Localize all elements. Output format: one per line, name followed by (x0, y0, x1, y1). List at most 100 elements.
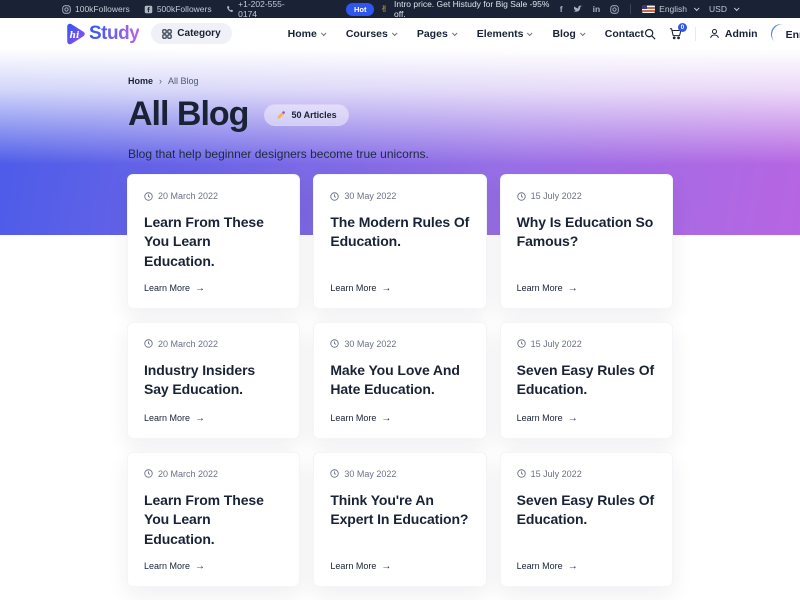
articles-count-badge: 50 Articles (264, 104, 348, 126)
blog-card[interactable]: 15 July 2022 Seven Easy Rules Of Educati… (500, 322, 673, 439)
learn-more-link[interactable]: Learn More → (330, 271, 469, 294)
nav-item-blog[interactable]: Blog (552, 28, 583, 40)
phone-icon (226, 5, 235, 14)
blog-card[interactable]: 20 March 2022 Learn From These You Learn… (127, 452, 300, 587)
learn-more-link[interactable]: Learn More → (517, 271, 656, 294)
nav-item-courses[interactable]: Courses (346, 28, 396, 40)
post-date: 20 March 2022 (144, 191, 283, 201)
blog-card[interactable]: 20 March 2022 Industry Insiders Say Educ… (127, 322, 300, 439)
arrow-right-icon: → (568, 413, 578, 424)
learn-more-link[interactable]: Learn More → (330, 401, 469, 424)
instagram-followers[interactable]: 100kFollowers (62, 4, 130, 14)
post-title[interactable]: Learn From These You Learn Education. (144, 213, 283, 271)
learn-more-link[interactable]: Learn More → (144, 401, 283, 424)
post-date: 20 March 2022 (144, 469, 283, 479)
learn-more-link[interactable]: Learn More → (517, 549, 656, 572)
clock-icon (330, 192, 339, 201)
followers-count: 500kFollowers (157, 4, 212, 14)
blog-card[interactable]: 20 March 2022 Learn From These You Learn… (127, 174, 300, 309)
language-label: English (659, 4, 687, 14)
arrow-right-icon: → (381, 561, 391, 572)
cart-button[interactable]: 0 (669, 27, 682, 40)
blog-card[interactable]: 30 May 2022 Think You're An Expert In Ed… (313, 452, 486, 587)
breadcrumb-current: All Blog (168, 76, 199, 86)
grid-icon (162, 29, 172, 39)
enroll-now-button[interactable]: Enroll Now (771, 24, 800, 44)
admin-account[interactable]: Admin (709, 28, 758, 40)
language-selector[interactable]: English (642, 4, 698, 14)
post-title[interactable]: Why Is Education So Famous? (517, 213, 656, 252)
blog-card[interactable]: 30 May 2022 The Modern Rules Of Educatio… (313, 174, 486, 309)
twitter-social-icon[interactable] (573, 5, 583, 14)
post-date: 30 May 2022 (330, 339, 469, 349)
arrow-right-icon: → (381, 413, 391, 424)
clock-icon (330, 339, 339, 348)
facebook-social-icon[interactable]: f (560, 4, 563, 14)
learn-more-link[interactable]: Learn More → (330, 549, 469, 572)
blog-grid: 20 March 2022 Learn From These You Learn… (127, 174, 673, 587)
post-date: 30 May 2022 (330, 469, 469, 479)
facebook-followers[interactable]: 500kFollowers (144, 4, 212, 14)
svg-text:hi: hi (70, 30, 81, 40)
learn-more-link[interactable]: Learn More → (144, 271, 283, 294)
divider (630, 4, 631, 14)
category-button[interactable]: Category (151, 23, 231, 44)
learn-more-link[interactable]: Learn More → (144, 549, 283, 572)
logo-play-icon: hi (62, 22, 86, 46)
post-title[interactable]: Seven Easy Rules Of Education. (517, 491, 656, 530)
post-title[interactable]: Industry Insiders Say Education. (144, 361, 283, 400)
followers-count: 100kFollowers (75, 4, 130, 14)
arrow-right-icon: → (195, 283, 205, 294)
chevron-down-icon (392, 30, 398, 36)
phone-number[interactable]: +1-202-555-0174 (226, 0, 300, 19)
search-button[interactable] (644, 28, 656, 40)
nav-item-contact[interactable]: Contact (605, 28, 644, 40)
chevron-down-icon (580, 30, 586, 36)
main-nav: Home Courses Pages Elements Blog Contact (288, 28, 644, 40)
arrow-right-icon: → (568, 283, 578, 294)
post-date: 15 July 2022 (517, 469, 656, 479)
currency-selector[interactable]: USD (709, 4, 738, 14)
topbar: 100kFollowers 500kFollowers +1-202-555-0… (0, 0, 800, 18)
linkedin-social-icon[interactable]: in (593, 4, 601, 14)
post-title[interactable]: Think You're An Expert In Education? (330, 491, 469, 530)
blog-card[interactable]: 15 July 2022 Why Is Education So Famous?… (500, 174, 673, 309)
clock-icon (517, 469, 526, 478)
clock-icon (144, 192, 153, 201)
clock-icon (144, 469, 153, 478)
clock-icon (330, 469, 339, 478)
hand-emoji-icon: ✌ (380, 4, 388, 15)
post-title[interactable]: Learn From These You Learn Education. (144, 491, 283, 549)
pen-icon (276, 110, 286, 120)
post-title[interactable]: Seven Easy Rules Of Education. (517, 361, 656, 400)
arrow-right-icon: → (195, 561, 205, 572)
promo-text: Intro price. Get Histudy for Big Sale -9… (394, 0, 560, 19)
chevron-down-icon (321, 30, 327, 36)
post-title[interactable]: The Modern Rules Of Education. (330, 213, 469, 252)
us-flag-icon (642, 5, 655, 13)
breadcrumb: Home › All Blog (128, 76, 672, 86)
post-date: 30 May 2022 (330, 191, 469, 201)
blog-card[interactable]: 15 July 2022 Seven Easy Rules Of Educati… (500, 452, 673, 587)
clock-icon (517, 192, 526, 201)
clock-icon (517, 339, 526, 348)
user-icon (709, 28, 720, 39)
breadcrumb-home-link[interactable]: Home (128, 76, 153, 86)
post-date: 15 July 2022 (517, 191, 656, 201)
logo-text: Study (89, 23, 139, 45)
learn-more-link[interactable]: Learn More → (517, 401, 656, 424)
category-label: Category (177, 28, 220, 39)
hot-badge: Hot (346, 3, 375, 16)
blog-card[interactable]: 30 May 2022 Make You Love And Hate Educa… (313, 322, 486, 439)
nav-item-home[interactable]: Home (288, 28, 325, 40)
page-title: All Blog (128, 95, 248, 134)
logo[interactable]: hi Study (62, 22, 139, 46)
nav-item-elements[interactable]: Elements (477, 28, 532, 40)
instagram-social-icon[interactable] (610, 5, 619, 14)
post-title[interactable]: Make You Love And Hate Education. (330, 361, 469, 400)
arrow-right-icon: → (568, 561, 578, 572)
search-icon (644, 28, 656, 40)
currency-label: USD (709, 4, 727, 14)
nav-item-pages[interactable]: Pages (417, 28, 456, 40)
clock-icon (144, 339, 153, 348)
